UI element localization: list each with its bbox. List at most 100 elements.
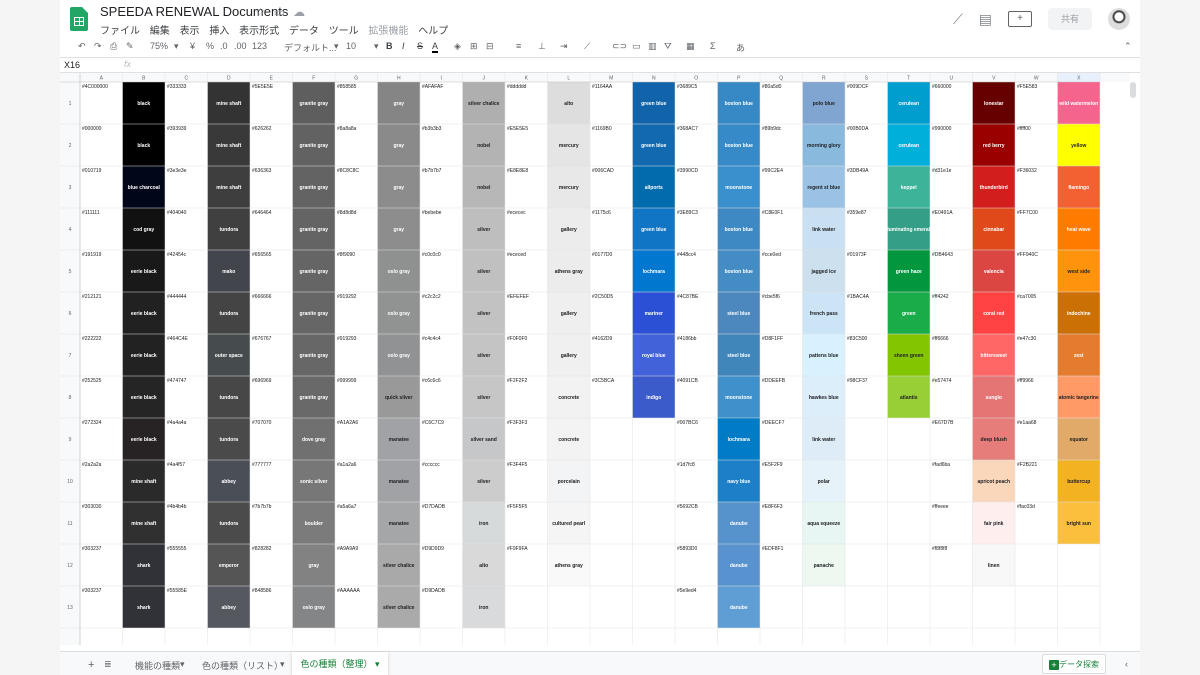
- input-tools-button[interactable]: あ: [736, 41, 745, 54]
- tab-sheet-2[interactable]: 色の種類（リスト）: [202, 659, 283, 672]
- all-sheets-icon[interactable]: ≣: [104, 659, 112, 670]
- color-swatch[interactable]: [547, 586, 591, 628]
- tab-sheet-3-label: 色の種類（整理）: [300, 659, 373, 669]
- chevron-down-icon: ▾: [180, 659, 185, 669]
- menu-edit[interactable]: 編集: [150, 26, 170, 37]
- menu-format[interactable]: 表示形式: [239, 26, 279, 37]
- chevron-down-icon: ▾: [334, 41, 339, 51]
- menu-extensions[interactable]: 拡張機能: [368, 26, 408, 37]
- tab-sheet-3[interactable]: 色の種類（整理） ▾: [292, 652, 388, 675]
- color-name-label: allports: [645, 185, 663, 191]
- hex-code-cell: #EDF8F1: [762, 546, 784, 552]
- insert-comment-icon[interactable]: ▭: [632, 41, 641, 52]
- percent-button[interactable]: %: [206, 41, 214, 51]
- color-swatch[interactable]: [632, 586, 676, 628]
- font-select[interactable]: デフォルト...: [284, 41, 337, 54]
- color-name-label: lochmara: [728, 437, 750, 443]
- present-add-icon[interactable]: +: [1008, 11, 1032, 27]
- number-format-button[interactable]: 123: [252, 41, 267, 51]
- increase-decimal-button[interactable]: .00: [234, 41, 247, 51]
- top-right-actions: ⟋ ▤ + 共有: [953, 7, 1130, 31]
- menu-tools[interactable]: ツール: [329, 26, 359, 37]
- menu-data[interactable]: データ: [289, 26, 319, 37]
- hex-code-cell: #1BAC4A: [847, 294, 870, 300]
- avatar[interactable]: [1108, 8, 1130, 30]
- color-swatch[interactable]: [632, 460, 676, 502]
- borders-icon[interactable]: ⊞: [470, 41, 478, 52]
- italic-button[interactable]: I: [402, 41, 405, 51]
- text-color-button[interactable]: A: [432, 41, 439, 53]
- zoom-select[interactable]: 75%: [150, 41, 168, 51]
- collapse-menu-icon[interactable]: ⌃: [1124, 41, 1132, 52]
- color-swatch[interactable]: [887, 544, 931, 586]
- color-name-label: regent st blue: [807, 185, 840, 191]
- sheet-bar: + ≣ 機能の種類 ▾ 色の種類（リスト） ▾ 色の種類（整理） ▾ + データ探…: [60, 651, 1140, 675]
- cell-reference[interactable]: X16: [64, 60, 80, 70]
- tab-sheet-1[interactable]: 機能の種類: [135, 659, 180, 672]
- color-name-label: moonstone: [725, 395, 752, 401]
- font-size-select[interactable]: 10: [346, 41, 356, 51]
- color-name-label: blue charcoal: [128, 185, 161, 191]
- cloud-status-icon[interactable]: ☁: [293, 5, 305, 19]
- undo-icon[interactable]: ↶: [78, 41, 86, 52]
- sheets-logo-icon[interactable]: [70, 7, 88, 31]
- color-name-label: eerie black: [131, 395, 157, 401]
- menu-insert[interactable]: 挿入: [209, 26, 229, 37]
- text-wrap-icon[interactable]: ⇥: [560, 41, 568, 52]
- hex-code-cell: #F0F0F0: [507, 336, 528, 342]
- add-sheet-icon[interactable]: +: [88, 659, 94, 671]
- hex-code-cell: #a5a6a7: [337, 504, 357, 510]
- chevron-left-icon[interactable]: ‹: [1125, 659, 1128, 669]
- redo-icon[interactable]: ↷: [94, 41, 102, 52]
- star-icon[interactable]: ☆: [255, 5, 266, 19]
- hex-code-cell: #55585E: [167, 588, 188, 594]
- column-header-R: R: [822, 76, 826, 82]
- menu-help[interactable]: ヘルプ: [418, 26, 448, 37]
- color-swatch[interactable]: [802, 586, 846, 628]
- color-swatch[interactable]: [972, 586, 1016, 628]
- align-left-icon[interactable]: ≡: [516, 41, 521, 51]
- move-folder-icon[interactable]: ▭: [274, 5, 285, 19]
- color-swatch[interactable]: [632, 502, 676, 544]
- filter-icon[interactable]: ⛛: [664, 41, 672, 52]
- link-icon[interactable]: ⊂⊃: [612, 41, 627, 52]
- color-swatch[interactable]: [1057, 544, 1101, 586]
- share-button[interactable]: 共有: [1048, 8, 1092, 30]
- color-swatch[interactable]: [632, 418, 676, 460]
- hex-code-cell: #444444: [167, 294, 187, 300]
- menu-view[interactable]: 表示: [180, 26, 200, 37]
- hex-code-cell: #E8F6F3: [762, 504, 783, 510]
- insert-chart-icon[interactable]: ▥: [648, 41, 657, 52]
- color-swatch[interactable]: [887, 418, 931, 460]
- currency-button[interactable]: ¥: [190, 41, 195, 51]
- vertical-align-icon[interactable]: ⊥: [538, 41, 546, 52]
- color-swatch[interactable]: [887, 460, 931, 502]
- fill-color-icon[interactable]: ◈: [454, 41, 461, 52]
- hex-code-cell: #E5E5E5: [507, 126, 528, 132]
- strikethrough-button[interactable]: S: [417, 41, 423, 51]
- activity-trend-icon[interactable]: ⟋: [953, 11, 963, 28]
- filter-views-icon[interactable]: ▦: [686, 41, 695, 52]
- color-name-label: mine shaft: [216, 101, 241, 107]
- decrease-decimal-button[interactable]: .0: [220, 41, 228, 51]
- functions-icon[interactable]: Σ: [710, 41, 716, 51]
- cell-grid[interactable]: A#4C000000#000000#010719#111111#191919#2…: [60, 73, 1140, 645]
- color-name-label: iron: [479, 605, 488, 611]
- vertical-scrollbar[interactable]: [1130, 82, 1136, 98]
- text-rotate-icon[interactable]: ⟋: [584, 41, 590, 52]
- print-icon[interactable]: ⎙: [110, 41, 117, 52]
- merge-cells-icon[interactable]: ⊟: [486, 41, 494, 52]
- explore-button[interactable]: + データ探索: [1042, 654, 1106, 674]
- color-swatch[interactable]: [887, 586, 931, 628]
- hex-code-cell: #E0491A: [932, 210, 953, 216]
- color-swatch[interactable]: [1057, 586, 1101, 628]
- comment-icon[interactable]: ▤: [979, 11, 992, 28]
- bold-button[interactable]: B: [386, 41, 393, 51]
- paint-format-icon[interactable]: ✎: [126, 41, 134, 52]
- color-name-label: boston blue: [725, 269, 754, 275]
- color-swatch[interactable]: [632, 544, 676, 586]
- color-swatch[interactable]: [887, 502, 931, 544]
- hex-code-cell: #999999: [337, 378, 357, 384]
- menu-file[interactable]: ファイル: [100, 26, 140, 37]
- hex-code-cell: #474747: [167, 378, 187, 384]
